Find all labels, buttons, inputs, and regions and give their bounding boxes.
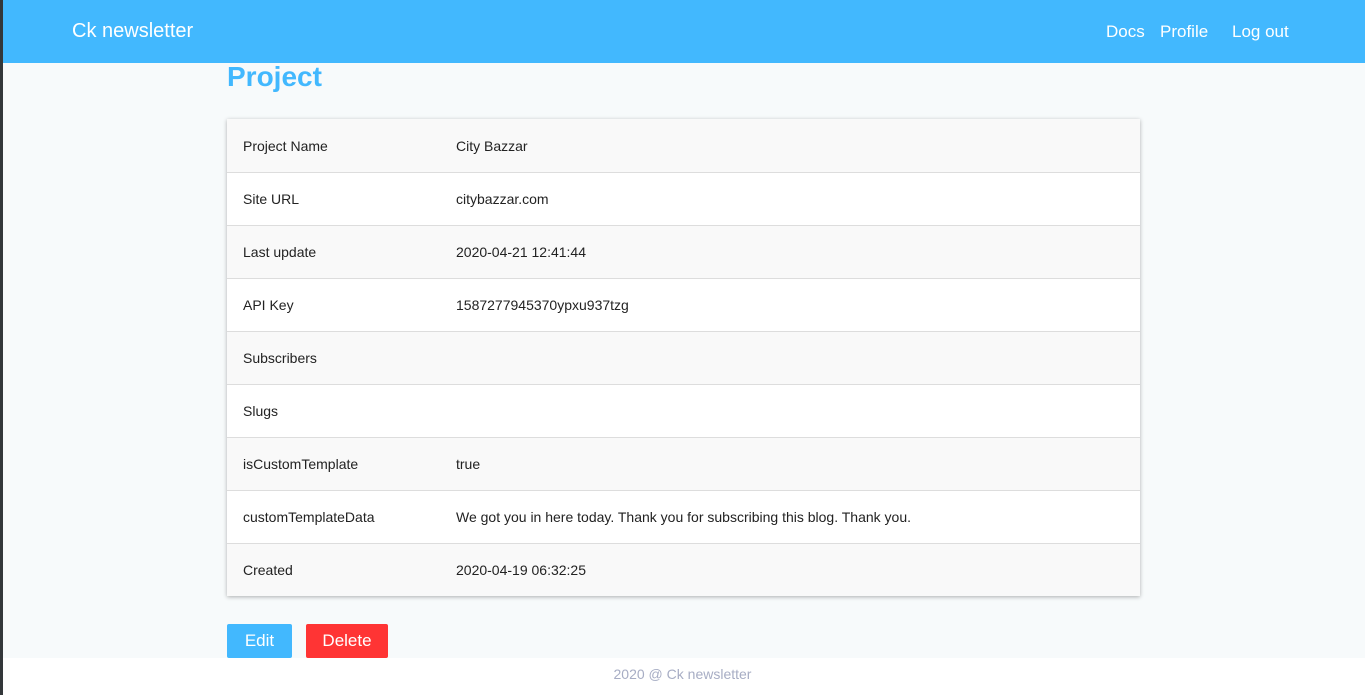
- row-label: Site URL: [243, 191, 300, 207]
- row-label: Subscribers: [243, 350, 317, 366]
- row-label: Created: [243, 562, 293, 578]
- row-value: 2020-04-21 12:41:44: [456, 244, 586, 260]
- nav-docs[interactable]: Docs: [1106, 22, 1145, 42]
- row-label: isCustomTemplate: [243, 456, 359, 472]
- table-row: Last update 2020-04-21 12:41:44: [227, 225, 1140, 278]
- nav-profile[interactable]: Profile: [1160, 22, 1208, 42]
- table-row: isCustomTemplate true: [227, 437, 1140, 490]
- row-label: customTemplateData: [243, 509, 375, 525]
- project-details-table: Project Name City Bazzar Site URL citybazza…: [227, 119, 1140, 596]
- main-content: Project Project Name City Bazzar Site URL c…: [3, 61, 1365, 658]
- row-value: true: [456, 456, 481, 472]
- delete-button[interactable]: Delete: [306, 624, 388, 658]
- table-row: Subscribers: [227, 331, 1140, 384]
- page-title: Project: [227, 61, 322, 92]
- navbar: Ck newsletter Docs Profile Log out: [3, 0, 1365, 63]
- row-value: 2020-04-19 06:32:25: [456, 562, 586, 578]
- table-row: Slugs: [227, 384, 1140, 437]
- brand-link[interactable]: Ck newsletter: [72, 20, 193, 43]
- row-label: Slugs: [243, 403, 279, 419]
- row-label: API Key: [243, 297, 294, 313]
- row-value: City Bazzar: [456, 137, 528, 154]
- row-value: 1587277945370ypxu937tzg: [456, 297, 629, 313]
- row-value: citybazzar.com: [456, 191, 549, 207]
- edit-button[interactable]: Edit: [227, 624, 292, 658]
- row-value: We got you in here today. Thank you for …: [456, 509, 912, 525]
- row-label: Last update: [243, 244, 317, 260]
- table-row: API Key 1587277945370ypxu937tzg: [227, 278, 1140, 331]
- nav-logout[interactable]: Log out: [1232, 22, 1289, 42]
- table-row: Created 2020-04-19 06:32:25: [227, 543, 1140, 596]
- table-row: Site URL citybazzar.com: [227, 172, 1140, 225]
- table-row: customTemplateData We got you in here tod…: [227, 490, 1140, 543]
- row-label: Project Name: [243, 137, 328, 154]
- footer: 2020 @ Ck newsletter: [613, 666, 752, 682]
- table-row: Project Name City Bazzar: [227, 119, 1140, 172]
